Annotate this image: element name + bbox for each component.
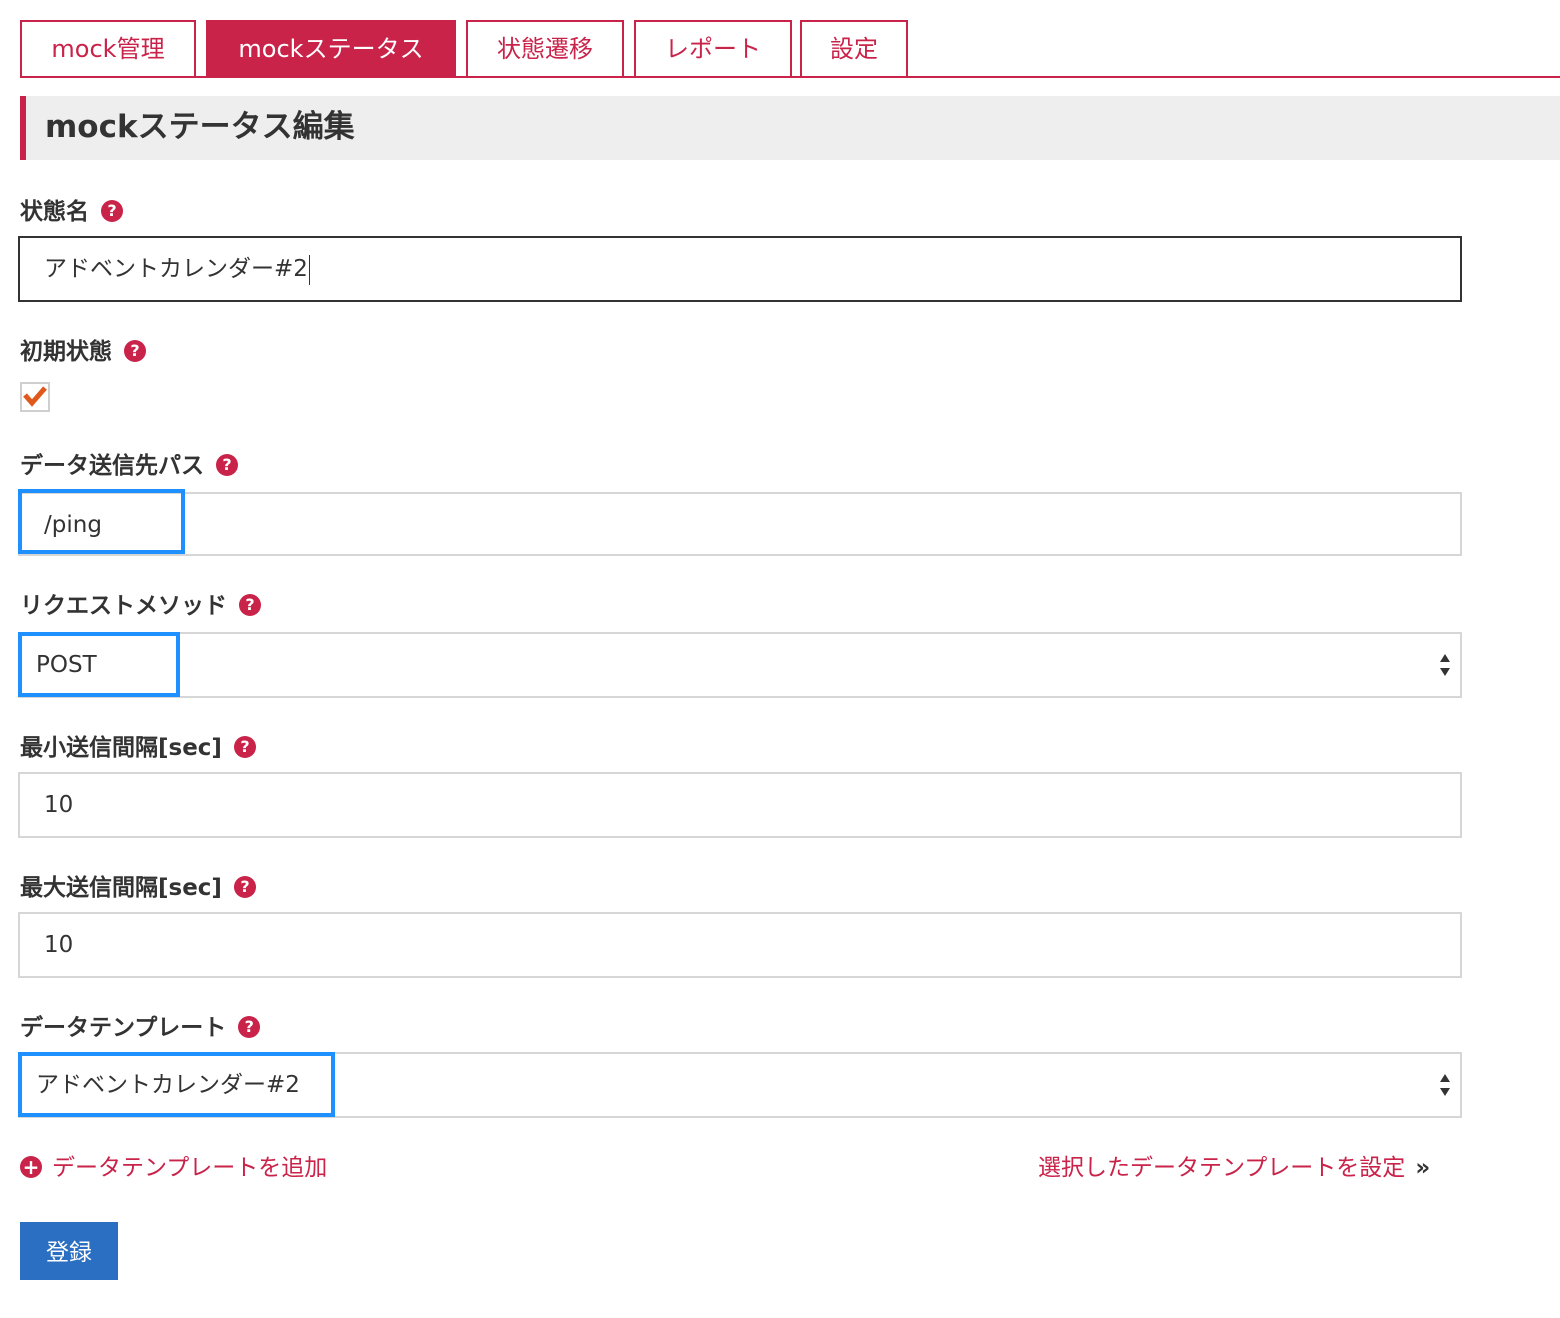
data-template-value: アドベントカレンダー#2 xyxy=(36,1072,300,1098)
question-icon[interactable]: ? xyxy=(233,735,256,758)
data-template-label: データテンプレート? xyxy=(20,1012,261,1044)
initial-state-checkbox[interactable] xyxy=(20,382,50,412)
min-interval-label: 最小送信間隔[sec]? xyxy=(20,732,256,764)
add-template-text: データテンプレートを追加 xyxy=(52,1155,328,1181)
data-path-label-text: データ送信先パス xyxy=(20,453,204,479)
state-name-input[interactable]: アドベントカレンダー#2 xyxy=(18,236,1462,302)
question-icon[interactable]: ? xyxy=(101,199,123,222)
set-selected-template-link[interactable]: 選択したデータテンプレートを設定 » xyxy=(1038,1152,1430,1184)
request-method-label-text: リクエストメソッド xyxy=(20,593,227,619)
text-caret xyxy=(308,254,310,285)
question-icon[interactable]: ? xyxy=(239,593,261,616)
double-arrow-icon: » xyxy=(1415,1155,1431,1181)
initial-state-label: 初期状態? xyxy=(20,336,146,368)
state-name-label-text: 状態名 xyxy=(20,199,89,225)
state-name-value-wrap: アドベントカレンダー#2 xyxy=(44,238,310,300)
min-interval-input[interactable]: 10 xyxy=(18,772,1462,838)
register-button[interactable]: 登録 xyxy=(20,1222,118,1280)
max-interval-input[interactable]: 10 xyxy=(18,912,1462,978)
data-template-select[interactable]: アドベントカレンダー#2 xyxy=(18,1052,1462,1118)
request-method-value: POST xyxy=(36,652,97,678)
checkmark-icon xyxy=(23,386,47,407)
data-path-value: /ping xyxy=(44,512,102,538)
max-interval-label: 最大送信間隔[sec]? xyxy=(20,872,256,904)
tab-report[interactable]: レポート xyxy=(634,20,792,76)
initial-state-label-text: 初期状態 xyxy=(20,339,112,365)
tab-mock-management[interactable]: mock管理 xyxy=(20,20,196,76)
state-name-value: アドベントカレンダー#2 xyxy=(44,256,308,282)
plus-circle-icon: + xyxy=(20,1156,42,1178)
set-selected-template-text: 選択したデータテンプレートを設定 xyxy=(1038,1155,1406,1181)
select-arrows-icon xyxy=(1440,1074,1450,1096)
min-interval-label-text: 最小送信間隔[sec] xyxy=(20,735,222,761)
question-icon[interactable]: ? xyxy=(124,339,146,362)
tab-settings[interactable]: 設定 xyxy=(800,20,908,76)
section-header: mockステータス編集 xyxy=(20,96,1560,160)
data-path-input[interactable]: /ping xyxy=(18,492,1462,556)
min-interval-value: 10 xyxy=(44,792,74,818)
state-name-label: 状態名? xyxy=(20,196,123,228)
data-path-label: データ送信先パス? xyxy=(20,450,238,482)
tab-bar: mock管理 mockステータス 状態遷移 レポート 設定 xyxy=(20,20,1560,78)
max-interval-label-text: 最大送信間隔[sec] xyxy=(20,875,222,901)
add-template-link[interactable]: + データテンプレートを追加 xyxy=(20,1152,327,1184)
request-method-label: リクエストメソッド? xyxy=(20,590,261,622)
question-icon[interactable]: ? xyxy=(238,1015,261,1038)
page: mock管理 mockステータス 状態遷移 レポート 設定 mockステータス編… xyxy=(0,0,1560,1318)
max-interval-value: 10 xyxy=(44,932,74,958)
tab-mock-status[interactable]: mockステータス xyxy=(206,20,456,76)
page-title: mockステータス編集 xyxy=(45,109,355,145)
question-icon[interactable]: ? xyxy=(233,875,256,898)
request-method-select[interactable]: POST xyxy=(18,632,1462,698)
select-arrows-icon xyxy=(1440,654,1450,676)
question-icon[interactable]: ? xyxy=(216,453,238,476)
tab-state-transition[interactable]: 状態遷移 xyxy=(466,20,624,76)
data-template-label-text: データテンプレート xyxy=(20,1015,227,1041)
